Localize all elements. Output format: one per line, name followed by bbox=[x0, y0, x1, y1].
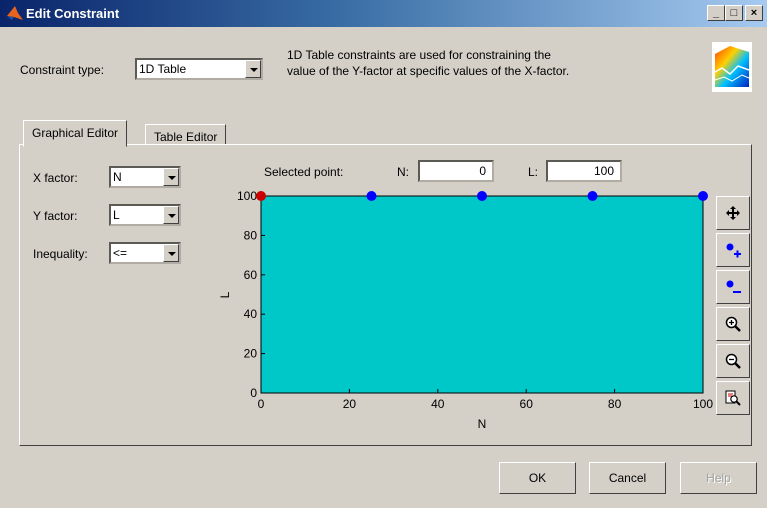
x-tick-label: 0 bbox=[258, 397, 265, 411]
chevron-down-icon[interactable] bbox=[245, 60, 261, 78]
y-tick-label: 80 bbox=[244, 228, 258, 242]
matlab-icon bbox=[7, 6, 23, 20]
window-title: Edit Constraint bbox=[26, 6, 120, 21]
y-tick-label: 20 bbox=[244, 347, 258, 361]
maximize-button[interactable]: □ bbox=[725, 5, 743, 21]
zoom-out-icon bbox=[725, 353, 741, 369]
constraint-type-select[interactable]: 1D Table bbox=[135, 58, 263, 80]
data-point[interactable] bbox=[587, 191, 598, 201]
minimize-button[interactable]: _ bbox=[707, 5, 725, 21]
zoom-reset-button[interactable] bbox=[716, 381, 750, 415]
remove-point-button[interactable] bbox=[716, 270, 750, 304]
zoom-in-button[interactable] bbox=[716, 307, 750, 341]
graphical-editor-panel: X factor: N Y factor: L Inequality: <= S… bbox=[19, 144, 752, 446]
zoom-out-button[interactable] bbox=[716, 344, 750, 378]
y-tick-label: 0 bbox=[250, 386, 257, 400]
cancel-button[interactable]: Cancel bbox=[589, 462, 666, 494]
x-tick-label: 40 bbox=[431, 397, 445, 411]
constraint-description-line1: 1D Table constraints are used for constr… bbox=[287, 48, 551, 62]
constraint-type-label: Constraint type: bbox=[20, 63, 105, 77]
constraint-description-line2: value of the Y-factor at specific values… bbox=[287, 64, 570, 78]
edit-constraint-dialog: Edit Constraint _ □ × Constraint type: 1… bbox=[0, 0, 767, 508]
y-tick-label: 100 bbox=[237, 189, 257, 203]
title-bar[interactable]: Edit Constraint _ □ × bbox=[0, 0, 767, 27]
zoom-reset-icon bbox=[725, 390, 741, 406]
x-tick-label: 100 bbox=[693, 397, 713, 411]
x-axis-label: N bbox=[478, 417, 487, 431]
tab-graphical-editor[interactable]: Graphical Editor bbox=[23, 120, 128, 147]
help-button[interactable]: Help bbox=[680, 462, 757, 494]
close-button[interactable]: × bbox=[745, 5, 763, 21]
zoom-in-icon bbox=[725, 316, 741, 332]
selected-data-point[interactable] bbox=[256, 191, 266, 201]
data-point[interactable] bbox=[366, 191, 377, 201]
x-tick-label: 20 bbox=[343, 397, 357, 411]
constraint-type-value: 1D Table bbox=[139, 62, 187, 76]
ok-button[interactable]: OK bbox=[499, 462, 576, 494]
x-tick-label: 80 bbox=[608, 397, 622, 411]
add-point-button[interactable] bbox=[716, 233, 750, 267]
y-axis-label: L bbox=[218, 291, 232, 298]
y-tick-label: 40 bbox=[244, 307, 258, 321]
move-tool-button[interactable] bbox=[716, 196, 750, 230]
move-icon bbox=[726, 206, 740, 220]
constraint-type-icon bbox=[712, 42, 752, 92]
plot-area bbox=[260, 195, 704, 394]
y-tick-label: 60 bbox=[244, 268, 258, 282]
x-tick-label: 60 bbox=[520, 397, 534, 411]
add-point-icon bbox=[726, 243, 741, 258]
data-point[interactable] bbox=[477, 191, 487, 201]
data-point[interactable] bbox=[698, 191, 708, 201]
remove-point-icon bbox=[726, 280, 741, 293]
constraint-plot[interactable]: 0 20 40 60 80 100 0 20 40 60 80 100 N L bbox=[20, 145, 753, 447]
